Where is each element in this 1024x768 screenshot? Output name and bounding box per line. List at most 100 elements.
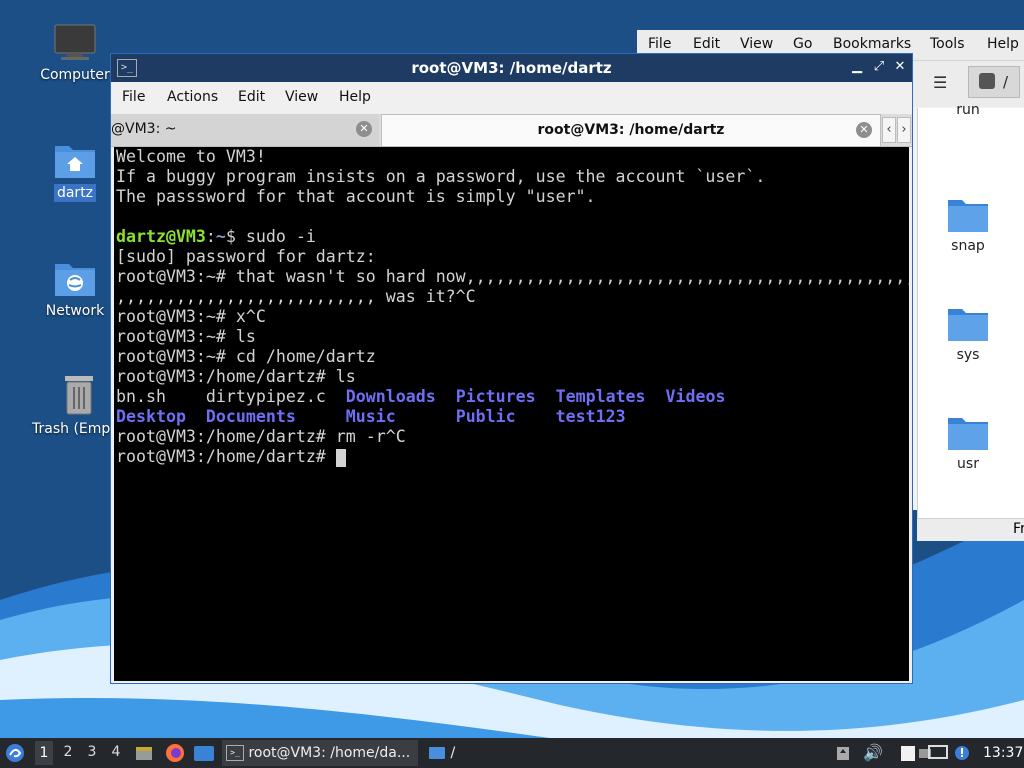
folder-item-partial[interactable]: run	[918, 102, 1018, 122]
terminal-menubar: File Actions Edit View Help	[111, 82, 912, 114]
firefox-launcher[interactable]	[164, 741, 186, 765]
notes-icon[interactable]	[900, 742, 916, 764]
ls-output-row: Desktop Documents Music Public test123	[116, 407, 626, 427]
show-desktop-button[interactable]	[134, 741, 154, 765]
desktop-icon-label: dartz	[53, 184, 97, 202]
workspace-1[interactable]: 1	[35, 741, 53, 765]
task-label: root@VM3: /home/da...	[248, 745, 411, 761]
menu-help[interactable]: Help	[339, 89, 371, 105]
ls-entry: Public	[455, 407, 516, 426]
clipboard-icon[interactable]	[836, 742, 852, 764]
ls-entry: Music	[345, 407, 396, 426]
computer-icon	[54, 24, 96, 60]
terminal-line: root@VM3:~# x^C	[116, 307, 266, 326]
terminal-tabbar: @VM3: ~ ✕ root@VM3: /home/dartz ✕ ‹ ›	[111, 114, 912, 147]
tab-label: @VM3: ~	[111, 121, 177, 137]
fm-menu-tools[interactable]: Tools	[930, 36, 965, 52]
trash-icon	[65, 376, 93, 415]
display-glyph	[928, 745, 948, 759]
app-menu-icon	[6, 744, 24, 762]
folder-icon	[948, 418, 988, 450]
display-icon[interactable]	[928, 742, 948, 764]
task-file-manager[interactable]: /	[424, 740, 464, 766]
folder-label: run	[956, 102, 980, 118]
text-cursor	[335, 448, 346, 467]
folder-item[interactable]: usr	[918, 414, 1018, 472]
whisker-menu-button[interactable]	[4, 741, 28, 765]
workspace-2[interactable]: 2	[59, 744, 77, 760]
menu-actions[interactable]: Actions	[167, 89, 218, 105]
clock[interactable]: 13:37	[983, 742, 1023, 764]
folder-label: snap	[951, 238, 985, 254]
prompt-path: ~	[215, 227, 226, 246]
maximize-icon[interactable]: ⤢	[870, 58, 888, 76]
firefox-icon	[166, 744, 184, 762]
tab-label: root@VM3: /home/dartz	[537, 122, 725, 138]
tab-close-icon[interactable]: ✕	[856, 122, 872, 138]
task-terminal[interactable]: >_ root@VM3: /home/da...	[222, 740, 418, 766]
terminal-line: root@VM3:/home/dartz#	[116, 447, 346, 467]
workspace-4[interactable]: 4	[107, 744, 125, 760]
folder-item[interactable]: sys	[918, 305, 1018, 363]
file-manager-launcher[interactable]	[193, 741, 215, 765]
fm-menu-bookmarks[interactable]: Bookmarks	[833, 36, 911, 52]
ls-entry: bn.sh	[116, 387, 166, 406]
folder-icon	[948, 200, 988, 232]
task-label: /	[450, 745, 456, 761]
ls-entry: Desktop	[116, 407, 186, 426]
terminal-line: If a buggy program insists on a password…	[116, 167, 766, 186]
folder-label: usr	[957, 456, 979, 472]
terminal-line: root@VM3:/home/dartz# rm -r^C	[116, 427, 406, 446]
tab-dartz-active[interactable]: root@VM3: /home/dartz ✕	[381, 114, 881, 146]
path-root-label: /	[1003, 73, 1009, 91]
fm-menu-view[interactable]: View	[740, 36, 773, 52]
tab-scroll-right-icon[interactable]: ›	[897, 117, 911, 143]
ls-entry: Pictures	[455, 387, 536, 406]
network-folder-icon	[55, 264, 95, 296]
terminal-line: Welcome to VM3!	[116, 147, 266, 166]
updates-glyph	[955, 746, 969, 760]
workspace-3[interactable]: 3	[83, 744, 101, 760]
menu-edit[interactable]: Edit	[238, 89, 265, 105]
list-view-icon[interactable]: ☰	[933, 73, 947, 92]
prompt-command: $ sudo -i	[225, 227, 316, 246]
close-icon[interactable]: ✕	[891, 58, 909, 76]
desktop-icon-label: Computer	[40, 67, 110, 83]
ls-entry: test123	[555, 407, 626, 426]
clipboard-glyph	[837, 747, 849, 760]
home-folder-icon	[55, 146, 95, 178]
volume-icon[interactable]: 🔊	[863, 742, 883, 764]
menu-file[interactable]: File	[122, 89, 145, 105]
terminal-window: >_ root@VM3: /home/dartz ▁ ⤢ ✕ File Acti…	[110, 53, 913, 684]
terminal-line: The passsword for that account is simply…	[116, 187, 596, 206]
terminal-line: [sudo] password for dartz:	[116, 247, 376, 266]
fm-menu-edit[interactable]: Edit	[693, 36, 720, 52]
minimize-icon[interactable]: ▁	[848, 58, 866, 76]
tab-home[interactable]: @VM3: ~ ✕	[111, 114, 379, 146]
fm-menu-go[interactable]: Go	[793, 36, 812, 52]
desktop: Computer dartz Network Trash (Empty) Fil…	[0, 0, 1024, 768]
folder-icon	[194, 746, 214, 761]
file-manager-content: run snap sys usr	[917, 102, 1024, 518]
terminal-line: root@VM3:~# cd /home/dartz	[116, 347, 376, 366]
terminal-line: root@VM3:~# that wasn't so hard now,,,,,…	[116, 267, 909, 286]
ls-entry: Videos	[665, 387, 726, 406]
file-manager-statusbar: Fr	[917, 518, 1024, 541]
terminal-line: root@VM3:/home/dartz# ls	[116, 367, 356, 386]
tab-close-icon[interactable]: ✕	[356, 121, 372, 137]
terminal-screen[interactable]: Welcome to VM3! If a buggy program insis…	[114, 147, 909, 681]
ls-entry: Templates	[555, 387, 646, 406]
show-desktop-icon	[136, 747, 152, 760]
terminal-line: ,,,,,,,,,,,,,,,,,,,,,,,,,, was it?^C	[116, 287, 476, 306]
folder-item[interactable]: snap	[918, 196, 1018, 254]
updates-icon[interactable]	[952, 742, 972, 764]
folder-label: sys	[956, 347, 980, 363]
path-bar-root-button[interactable]: /	[968, 66, 1020, 98]
menu-view[interactable]: View	[285, 89, 318, 105]
current-prompt: root@VM3:/home/dartz#	[116, 447, 336, 466]
fm-menu-file[interactable]: File	[648, 36, 671, 52]
ls-entry: dirtypipez.c	[205, 387, 326, 406]
fm-menu-help[interactable]: Help	[987, 36, 1019, 52]
tab-scroll-left-icon[interactable]: ‹	[882, 117, 896, 143]
terminal-titlebar[interactable]: >_ root@VM3: /home/dartz ▁ ⤢ ✕	[111, 54, 912, 82]
